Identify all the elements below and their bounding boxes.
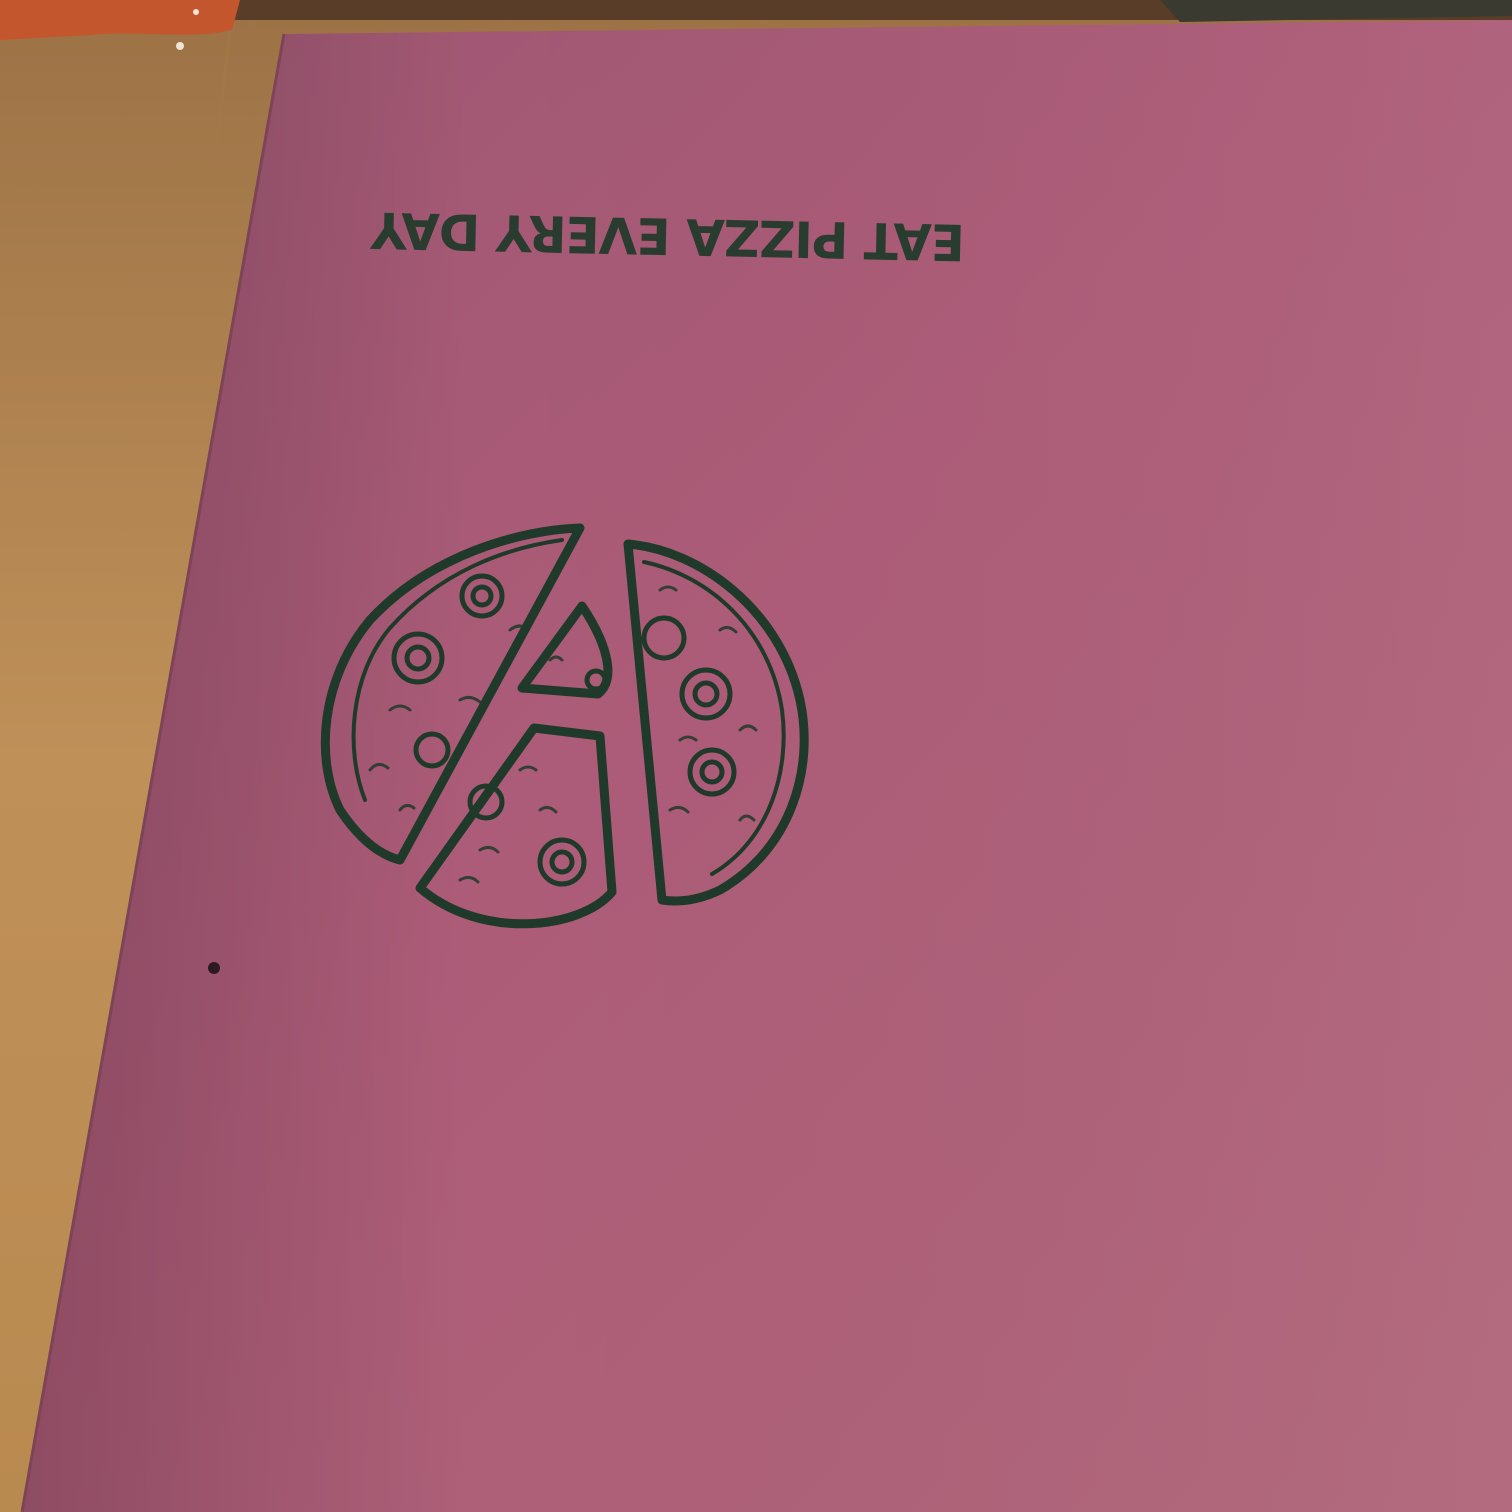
pepperoni xyxy=(391,631,445,685)
pepperoni xyxy=(413,731,451,769)
photo-scene: EAT PIZZA EVERY DAY xyxy=(0,0,1512,1512)
pepperoni xyxy=(699,759,725,785)
pepperoni xyxy=(537,837,587,887)
box-slogan: EAT PIZZA EVERY DAY xyxy=(371,200,966,271)
pepperoni xyxy=(679,667,733,721)
pepperoni xyxy=(404,644,432,672)
pepperoni xyxy=(549,849,575,875)
pepperoni xyxy=(687,747,737,797)
pizza-slices-icon xyxy=(320,523,809,929)
white-dot xyxy=(193,9,199,15)
pepperoni xyxy=(459,573,505,619)
pepperoni xyxy=(641,615,687,661)
small-hole xyxy=(208,962,220,974)
white-dot xyxy=(176,42,184,50)
pepperoni xyxy=(470,584,494,608)
pepperoni xyxy=(692,680,720,708)
